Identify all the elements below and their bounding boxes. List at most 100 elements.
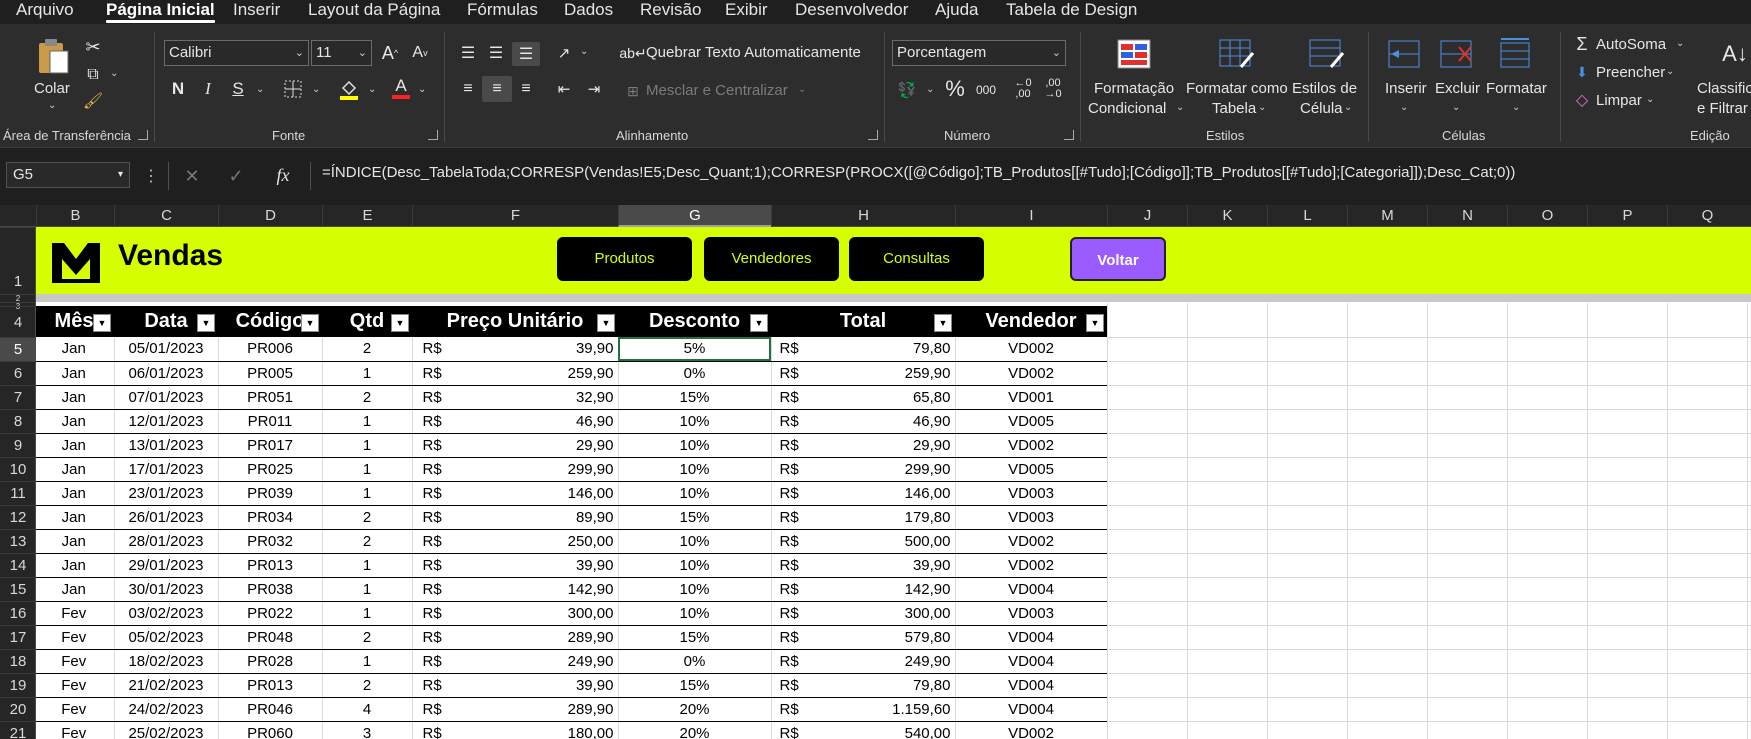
filter-dropdown-icon[interactable]: ▼ <box>391 314 409 332</box>
borders-chevron-icon[interactable]: ⌄ <box>312 84 320 95</box>
tab-exibir[interactable]: Exibir <box>725 0 768 24</box>
table-cell[interactable]: VD003 <box>955 481 1108 506</box>
paste-label[interactable]: Colar <box>34 80 70 98</box>
table-cell[interactable]: R$ 259,90 <box>771 361 956 386</box>
copy-chevron-icon[interactable]: ⌄ <box>110 68 118 79</box>
table-cell[interactable]: 1 <box>322 457 413 482</box>
table-cell[interactable]: PR005 <box>218 361 323 386</box>
table-cell[interactable]: 05/02/2023 <box>114 625 219 650</box>
voltar-button[interactable]: Voltar <box>1070 237 1166 281</box>
table-cell[interactable]: VD003 <box>955 505 1108 530</box>
table-cell[interactable]: 2 <box>322 505 413 530</box>
conditional-format-label-2[interactable]: Condicional <box>1088 100 1166 118</box>
table-cell[interactable]: VD004 <box>955 673 1108 698</box>
number-launcher-icon[interactable] <box>1064 130 1074 140</box>
table-cell[interactable]: 26/01/2023 <box>114 505 219 530</box>
format-cells-icon[interactable] <box>1496 36 1534 70</box>
table-cell[interactable]: R$ 79,80 <box>771 673 956 698</box>
table-cell[interactable]: 10% <box>618 601 772 626</box>
table-cell[interactable]: Fev <box>36 625 115 650</box>
merge-icon[interactable]: ⊞ <box>622 80 644 102</box>
filter-dropdown-icon[interactable]: ▼ <box>934 314 952 332</box>
table-cell[interactable]: R$ 29,90 <box>412 433 619 458</box>
table-cell[interactable]: R$ 142,90 <box>412 577 619 602</box>
autosum-button[interactable]: AutoSoma <box>1596 36 1666 54</box>
tab-arquivo[interactable]: Arquivo <box>16 0 74 24</box>
cell-styles-icon[interactable] <box>1308 38 1346 70</box>
eraser-icon[interactable]: ◇ <box>1572 90 1592 110</box>
row-header-8[interactable]: 8 <box>0 409 36 433</box>
table-cell[interactable]: R$ 249,90 <box>771 649 956 674</box>
insert-chevron-icon[interactable]: ⌄ <box>1400 102 1408 113</box>
delete-cells-label[interactable]: Excluir <box>1435 80 1480 98</box>
format-table-label-1[interactable]: Formatar como <box>1186 80 1288 98</box>
table-cell[interactable]: R$ 46,90 <box>412 409 619 434</box>
table-cell[interactable]: VD004 <box>955 625 1108 650</box>
tab-dados[interactable]: Dados <box>564 0 613 24</box>
table-cell[interactable]: R$ 259,90 <box>412 361 619 386</box>
table-cell[interactable]: 10% <box>618 433 772 458</box>
table-cell[interactable]: VD002 <box>955 337 1108 362</box>
produtos-button[interactable]: Produtos <box>557 237 692 281</box>
fill-color-chevron-icon[interactable]: ⌄ <box>368 84 376 95</box>
decrease-decimal-icon[interactable]: ,00 →0 <box>1040 76 1066 102</box>
table-cell[interactable]: VD004 <box>955 697 1108 722</box>
table-cell[interactable]: R$ 39,90 <box>412 337 619 362</box>
table-cell[interactable]: 18/02/2023 <box>114 649 219 674</box>
sort-filter-label-1[interactable]: Classific <box>1697 80 1751 98</box>
format-chevron-icon[interactable]: ⌄ <box>1512 102 1520 113</box>
column-header-d[interactable]: D <box>218 205 322 227</box>
tab-pagina-inicial[interactable]: Página Inicial <box>106 0 215 24</box>
table-cell[interactable]: Jan <box>36 409 115 434</box>
table-cell[interactable]: 1 <box>322 553 413 578</box>
table-cell[interactable]: 1 <box>322 481 413 506</box>
font-color-chevron-icon[interactable]: ⌄ <box>418 84 426 95</box>
table-cell[interactable]: Jan <box>36 385 115 410</box>
table-cell[interactable]: R$ 250,00 <box>412 529 619 554</box>
font-color-icon[interactable]: A <box>390 74 412 102</box>
row-header-5[interactable]: 5 <box>0 337 36 361</box>
cut-icon[interactable]: ✂ <box>82 36 104 58</box>
row-header-21[interactable]: 21 <box>0 721 36 739</box>
column-header-o[interactable]: O <box>1507 205 1587 227</box>
table-cell[interactable]: VD004 <box>955 577 1108 602</box>
increase-indent-icon[interactable]: ⇥ <box>582 78 606 100</box>
table-cell[interactable]: 30/01/2023 <box>114 577 219 602</box>
table-cell[interactable]: 17/01/2023 <box>114 457 219 482</box>
accounting-icon[interactable]: 💱 <box>894 78 920 102</box>
table-cell[interactable]: Jan <box>36 337 115 362</box>
filter-dropdown-icon[interactable]: ▼ <box>1086 314 1104 332</box>
insert-cells-icon[interactable] <box>1386 38 1424 70</box>
alignment-launcher-icon[interactable] <box>868 130 878 140</box>
table-cell[interactable]: R$ 29,90 <box>771 433 956 458</box>
row-header-14[interactable]: 14 <box>0 553 36 577</box>
row-header-19[interactable]: 19 <box>0 673 36 697</box>
table-cell[interactable]: PR038 <box>218 577 323 602</box>
table-cell[interactable]: R$ 142,90 <box>771 577 956 602</box>
table-cell[interactable]: Jan <box>36 361 115 386</box>
row-header-11[interactable]: 11 <box>0 481 36 505</box>
formula-input[interactable]: =ÍNDICE(Desc_TabelaToda;CORRESP(Vendas!E… <box>322 164 1515 181</box>
table-cell[interactable]: 12/01/2023 <box>114 409 219 434</box>
table-cell[interactable]: 0% <box>618 361 772 386</box>
table-cell[interactable]: 4 <box>322 697 413 722</box>
decrease-font-icon[interactable]: Av <box>408 42 432 64</box>
table-cell[interactable]: 1 <box>322 649 413 674</box>
format-painter-icon[interactable]: 🖌 <box>82 90 104 112</box>
insert-cells-label[interactable]: Inserir <box>1385 80 1427 98</box>
column-header-g[interactable]: G <box>618 205 771 227</box>
wrap-text-button[interactable]: Quebrar Texto Automaticamente <box>646 44 861 62</box>
row-header-6[interactable]: 6 <box>0 361 36 385</box>
table-cell[interactable]: PR034 <box>218 505 323 530</box>
number-format-select[interactable]: Porcentagem ⌄ <box>892 40 1066 66</box>
tab-desenvolvedor[interactable]: Desenvolvedor <box>795 0 908 24</box>
table-cell[interactable]: PR060 <box>218 721 323 739</box>
clear-chevron-icon[interactable]: ⌄ <box>1646 94 1654 105</box>
paste-icon[interactable] <box>34 36 74 78</box>
table-cell[interactable]: 15% <box>618 673 772 698</box>
column-header-e[interactable]: E <box>322 205 412 227</box>
table-cell[interactable]: 5% <box>618 337 772 362</box>
select-all-corner[interactable] <box>0 205 36 227</box>
cell-styles-label-1[interactable]: Estilos de <box>1292 80 1357 98</box>
cell-styles-chevron-icon[interactable]: ⌄ <box>1344 102 1352 113</box>
